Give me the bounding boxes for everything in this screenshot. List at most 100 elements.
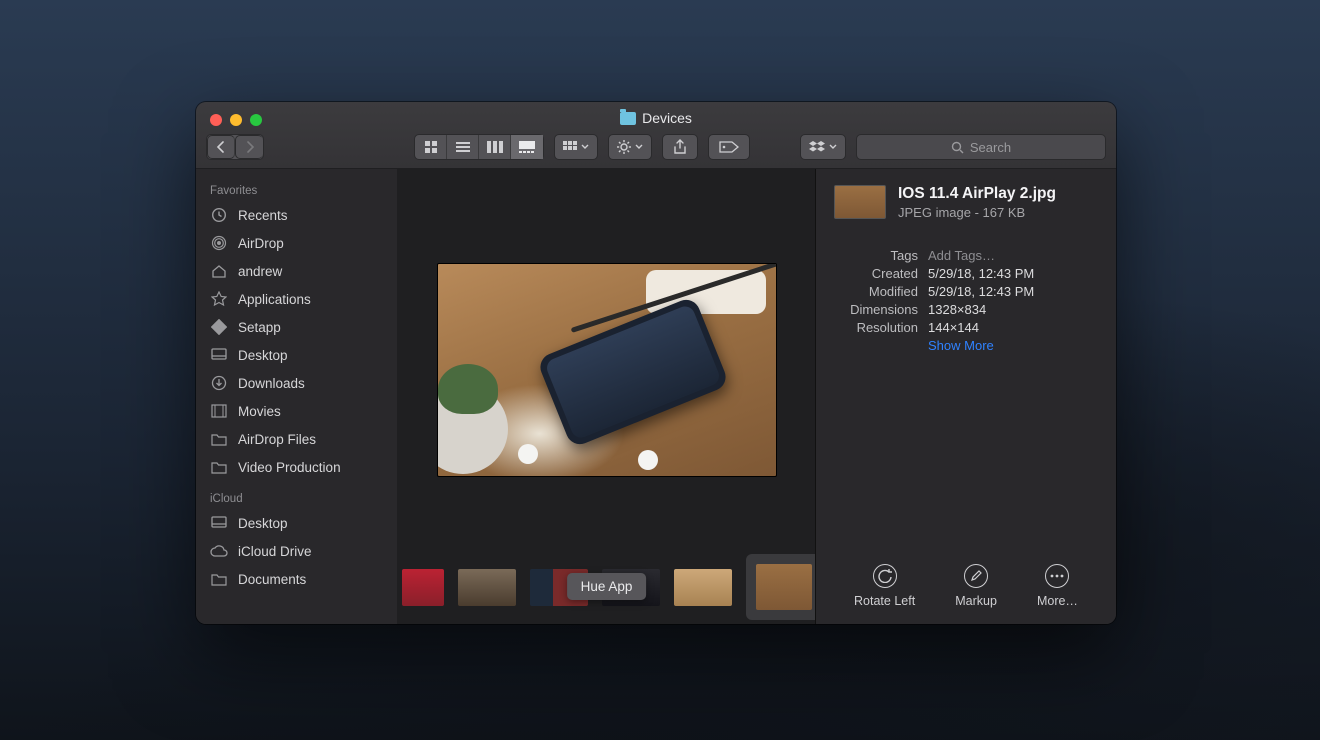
search-placeholder: Search	[970, 140, 1011, 155]
sidebar-item-label: Applications	[238, 292, 311, 307]
forward-button[interactable]	[235, 135, 263, 159]
titlebar: Devices	[196, 102, 1116, 169]
view-mode-segment	[414, 134, 544, 160]
sidebar-item-airdrop-files[interactable]: AirDrop Files	[196, 425, 397, 453]
search-field[interactable]: Search	[856, 134, 1106, 160]
search-icon	[951, 141, 964, 154]
sidebar-section-header: Favorites	[196, 181, 397, 201]
content-area: Hue App IOS 11.4 AirPlay 2.jp	[398, 169, 1116, 624]
chevron-down-icon	[829, 144, 837, 150]
finder-window: Devices	[196, 102, 1116, 624]
sidebar-item-recents[interactable]: Recents	[196, 201, 397, 229]
downloads-icon	[210, 374, 228, 392]
gallery-view-button[interactable]	[511, 135, 543, 159]
markup-icon	[964, 564, 988, 588]
preview-decor	[638, 450, 658, 470]
sidebar-item-movies[interactable]: Movies	[196, 397, 397, 425]
sidebar-item-label: AirDrop Files	[238, 432, 316, 447]
folder-icon	[210, 570, 228, 588]
sidebar-item-setapp[interactable]: Setapp	[196, 313, 397, 341]
rotate-left-icon	[873, 564, 897, 588]
meta-value-created: 5/29/18, 12:43 PM	[928, 266, 1098, 281]
sidebar-item-label: Desktop	[238, 348, 288, 363]
sidebar-section-header: iCloud	[196, 489, 397, 509]
markup-action[interactable]: Markup	[955, 564, 997, 608]
sidebar-item-label: Downloads	[238, 376, 305, 391]
chevron-down-icon	[635, 144, 643, 150]
add-tags-field[interactable]: Add Tags…	[928, 248, 1098, 263]
cloud-icon	[210, 542, 228, 560]
preview-decor	[437, 384, 508, 474]
preview-decor	[536, 295, 730, 448]
action-label: Rotate Left	[854, 594, 915, 608]
sidebar-item-label: Recents	[238, 208, 288, 223]
sidebar-item-icloud-documents[interactable]: Documents	[196, 565, 397, 593]
sidebar-item-icloud-desktop[interactable]: Desktop	[196, 509, 397, 537]
sidebar-item-applications[interactable]: Applications	[196, 285, 397, 313]
sidebar-item-icloud-drive[interactable]: iCloud Drive	[196, 537, 397, 565]
meta-label: Modified	[834, 284, 918, 299]
folder-icon	[210, 430, 228, 448]
clock-icon	[210, 206, 228, 224]
sidebar-item-label: andrew	[238, 264, 282, 279]
share-icon	[673, 139, 687, 155]
sidebar-item-downloads[interactable]: Downloads	[196, 369, 397, 397]
desktop-icon	[210, 514, 228, 532]
folder-icon	[620, 112, 636, 125]
meta-label	[834, 338, 918, 353]
meta-label: Tags	[834, 248, 918, 263]
share-button[interactable]	[662, 134, 698, 160]
tag-icon	[719, 141, 739, 153]
preview-image[interactable]	[437, 263, 777, 477]
sidebar-item-video-production[interactable]: Video Production	[196, 453, 397, 481]
toolbar: Search	[206, 134, 1106, 160]
arrange-button[interactable]	[554, 134, 598, 160]
desktop-icon	[210, 346, 228, 364]
sidebar-item-label: iCloud Drive	[238, 544, 312, 559]
sidebar-item-label: Video Production	[238, 460, 341, 475]
dropbox-icon	[809, 140, 825, 154]
list-icon	[456, 141, 470, 153]
info-pane: IOS 11.4 AirPlay 2.jpg JPEG image - 167 …	[816, 169, 1116, 624]
sidebar-item-desktop[interactable]: Desktop	[196, 341, 397, 369]
meta-value-resolution: 144×144	[928, 320, 1098, 335]
column-view-button[interactable]	[479, 135, 511, 159]
folder-icon	[210, 458, 228, 476]
meta-label: Resolution	[834, 320, 918, 335]
file-name: IOS 11.4 AirPlay 2.jpg	[898, 185, 1056, 203]
tooltip-text: Hue App	[581, 579, 633, 594]
columns-icon	[487, 141, 503, 153]
back-button[interactable]	[207, 135, 235, 159]
tags-button[interactable]	[708, 134, 750, 160]
show-more-link[interactable]: Show More	[928, 338, 1098, 353]
sidebar-item-airdrop[interactable]: AirDrop	[196, 229, 397, 257]
thumbnail-selected[interactable]	[746, 554, 815, 620]
thumbnail[interactable]	[402, 569, 444, 606]
gear-icon	[617, 140, 631, 154]
thumbnail[interactable]	[674, 569, 732, 606]
rotate-left-action[interactable]: Rotate Left	[854, 564, 915, 608]
window-body: Favorites Recents AirDrop andrew Applica…	[196, 169, 1116, 624]
chevron-left-icon	[216, 141, 226, 153]
chevron-right-icon	[245, 141, 255, 153]
more-action[interactable]: More…	[1037, 564, 1078, 608]
file-kind-size: JPEG image - 167 KB	[898, 205, 1056, 220]
list-view-button[interactable]	[447, 135, 479, 159]
action-label: More…	[1037, 594, 1078, 608]
home-icon	[210, 262, 228, 280]
meta-label: Dimensions	[834, 302, 918, 317]
info-thumbnail	[834, 185, 886, 219]
action-button[interactable]	[608, 134, 652, 160]
dropbox-button[interactable]	[800, 134, 846, 160]
info-header: IOS 11.4 AirPlay 2.jpg JPEG image - 167 …	[834, 185, 1098, 220]
sidebar-item-home[interactable]: andrew	[196, 257, 397, 285]
gallery-icon	[519, 141, 535, 153]
sidebar: Favorites Recents AirDrop andrew Applica…	[196, 169, 398, 624]
window-title: Devices	[196, 110, 1116, 126]
nav-buttons	[206, 134, 264, 160]
preview-area	[398, 169, 815, 550]
sidebar-item-label: Documents	[238, 572, 306, 587]
icon-view-button[interactable]	[415, 135, 447, 159]
thumbnail[interactable]	[458, 569, 516, 606]
sidebar-item-label: AirDrop	[238, 236, 284, 251]
